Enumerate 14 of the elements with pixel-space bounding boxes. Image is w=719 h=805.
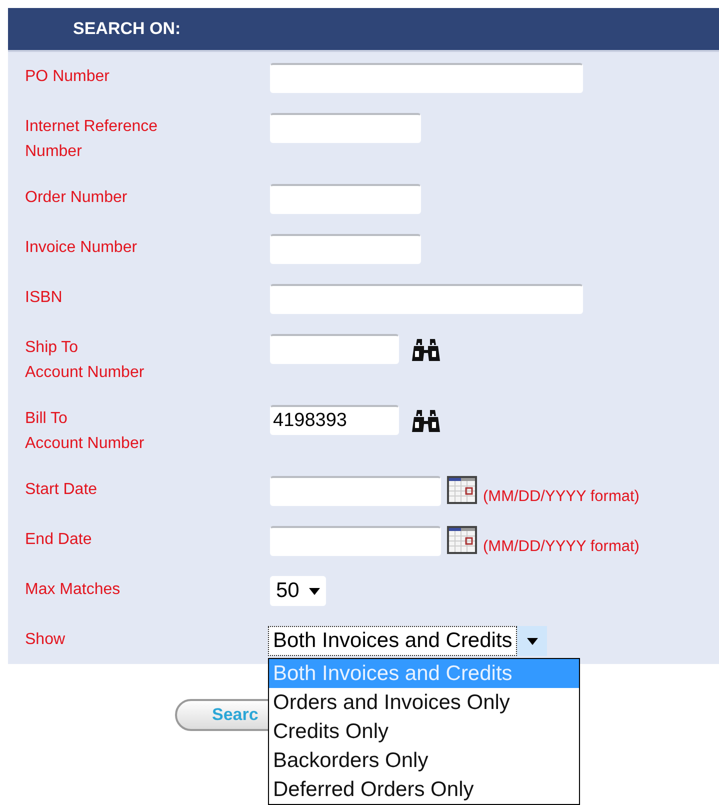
field-label: Internet Reference Number [25,117,159,162]
section-header: SEARCH ON: [8,8,719,52]
field-label: PO Number [25,67,110,87]
format-hint: (MM/DD/YYYY format) [483,538,640,556]
field-label: Order Number [25,188,128,208]
field-label: Ship To Account Number [25,338,146,383]
field-label: End Date [25,530,93,550]
field-label: Start Date [25,480,98,500]
format-hint: (MM/DD/YYYY format) [483,488,640,506]
field-label: ISBN [25,288,64,308]
field-label: Bill To Account Number [25,409,146,454]
field-label: Show [25,630,66,650]
field-label: Invoice Number [25,238,138,258]
field-label: Max Matches [25,580,122,600]
